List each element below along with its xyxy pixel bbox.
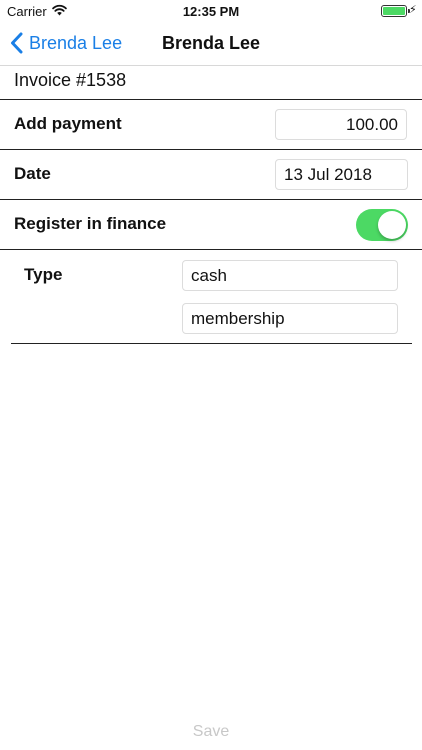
register-finance-toggle[interactable] — [356, 209, 408, 241]
invoice-number: Invoice #1538 — [14, 70, 127, 90]
toggle-knob — [378, 211, 406, 239]
page-title: Brenda Lee — [161, 33, 261, 53]
save-button[interactable]: Save — [0, 723, 422, 741]
invoice-header: Invoice #1538 — [0, 66, 422, 100]
screen: Carrier 12:35 PM ⚡ Brenda Lee Brenda Lee… — [0, 0, 422, 750]
type-field-membership[interactable]: membership — [182, 303, 398, 334]
finance-label: Register in finance — [14, 214, 167, 233]
type-label: Type — [24, 265, 63, 284]
bolt-icon: ⚡ — [409, 4, 417, 16]
status-time: 12:35 PM — [182, 4, 240, 19]
status-bar: Carrier 12:35 PM ⚡ — [0, 0, 422, 22]
battery-full-icon — [381, 5, 410, 17]
date-label: Date — [14, 164, 51, 183]
type-field-cash[interactable]: cash — [182, 260, 398, 291]
date-row: Date 13 Jul 2018 — [0, 150, 422, 200]
finance-row: Register in finance — [0, 200, 422, 250]
payment-amount-field[interactable]: 100.00 — [275, 109, 407, 140]
payment-row: Add payment 100.00 — [0, 100, 422, 150]
navigation-bar: Brenda Lee Brenda Lee — [0, 22, 422, 66]
type-section: Type cash membership — [11, 251, 412, 344]
date-field[interactable]: 13 Jul 2018 — [275, 159, 408, 190]
payment-label: Add payment — [14, 114, 122, 133]
